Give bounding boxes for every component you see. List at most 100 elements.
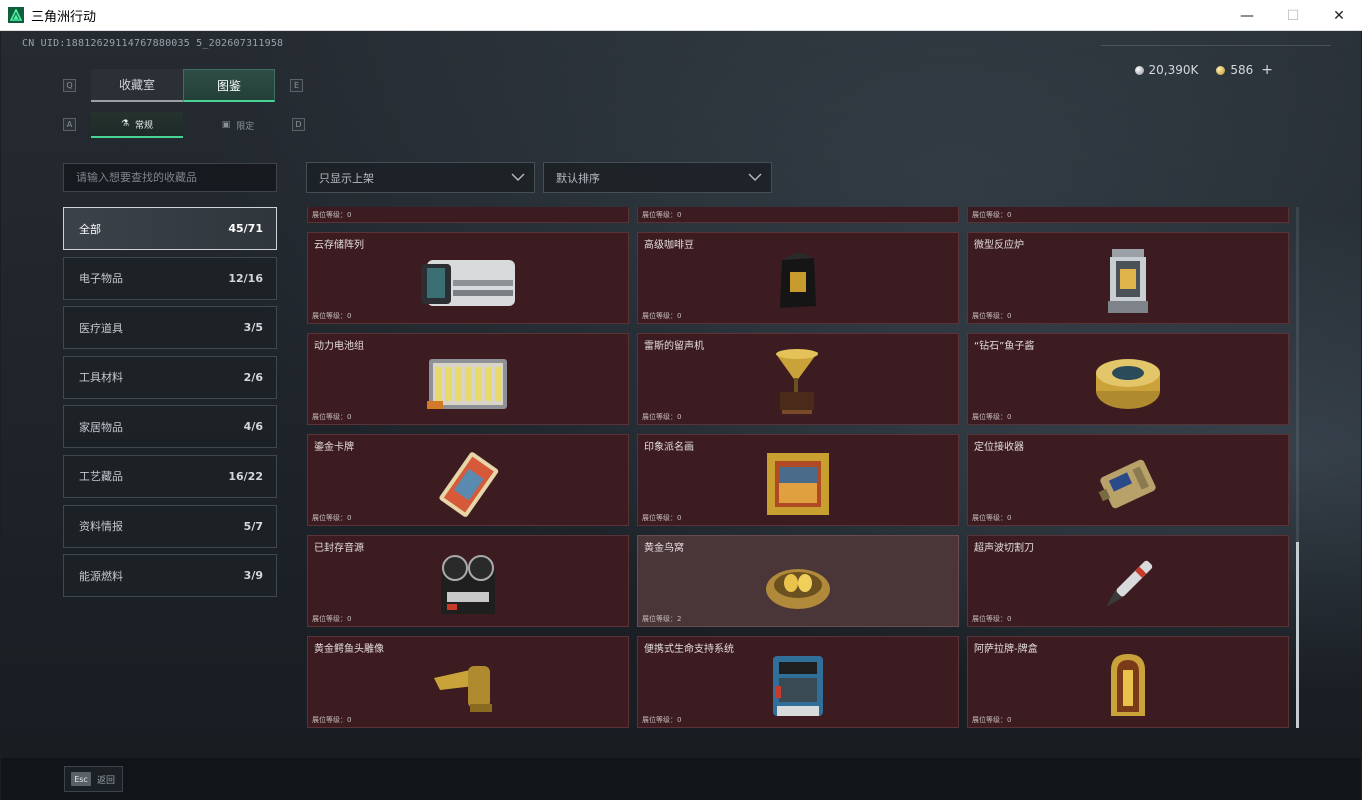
item-name: 鎏金卡牌: [314, 442, 354, 453]
gramophone-icon: [738, 344, 858, 422]
add-currency-button[interactable]: +: [1261, 62, 1273, 78]
item-card[interactable]: 超声波切割刀 展位等级：0: [967, 535, 1289, 627]
battery-pack-icon: [408, 344, 528, 422]
item-level: 展位等级：0: [642, 312, 682, 320]
filter-dropdown[interactable]: 只显示上架: [306, 162, 535, 193]
coffee-bag-icon: [738, 243, 858, 321]
golden-nest-icon: [738, 546, 858, 624]
close-button[interactable]: ✕: [1316, 0, 1362, 31]
item-card[interactable]: 印象派名画 展位等级：0: [637, 434, 959, 526]
category-count: 3/5: [243, 321, 263, 335]
search-box: [63, 163, 277, 192]
item-name: 动力电池组: [314, 341, 364, 352]
scrollbar-thumb[interactable]: [1296, 542, 1299, 728]
window-title: 三角洲行动: [31, 9, 97, 25]
game-viewport: CN UID:18812629114767880035 5_2026073119…: [1, 31, 1361, 800]
category-crafts[interactable]: 工艺藏品 16/22: [63, 454, 277, 498]
app-logo-icon: [8, 7, 24, 23]
item-card[interactable]: 便携式生命支持系统 展位等级：0: [637, 636, 959, 728]
category-tools[interactable]: 工具材料 2/6: [63, 355, 277, 399]
item-card[interactable]: 雷斯的留声机 展位等级：0: [637, 333, 959, 425]
category-medical[interactable]: 医疗道具 3/5: [63, 306, 277, 350]
sort-dropdown[interactable]: 默认排序: [543, 162, 772, 193]
item-card[interactable]: 展位等级：0: [967, 207, 1289, 223]
chevron-down-icon: [747, 169, 763, 188]
item-level: 展位等级：0: [642, 211, 682, 219]
back-label: 返回: [97, 775, 116, 786]
currency-bar: 20,390K 586 +: [1134, 62, 1273, 78]
category-intel[interactable]: 资料情报 5/7: [63, 504, 277, 548]
flask-icon: ⚗: [120, 119, 130, 129]
category-count: 5/7: [243, 519, 263, 533]
item-card[interactable]: 已封存音源 展位等级：0: [307, 535, 629, 627]
item-card[interactable]: 定位接收器 展位等级：0: [967, 434, 1289, 526]
item-level: 展位等级：0: [642, 514, 682, 522]
divider: [1101, 45, 1331, 46]
silver-amount: 20,390K: [1148, 63, 1199, 77]
category-household[interactable]: 家居物品 4/6: [63, 405, 277, 449]
subtab-limited[interactable]: ▣ 限定: [183, 112, 293, 138]
category-list: 全部 45/71 电子物品 12/16 医疗道具 3/5 工具材料 2/6 家居…: [63, 207, 277, 604]
item-name: 雷斯的留声机: [644, 341, 704, 352]
item-card[interactable]: 鎏金卡牌 展位等级：0: [307, 434, 629, 526]
filter-dropdown-value: 只显示上架: [319, 171, 374, 185]
category-energy[interactable]: 能源燃料 3/9: [63, 554, 277, 598]
item-name: 黄金鸟窝: [644, 543, 684, 554]
key-hint-a: A: [63, 118, 76, 131]
life-support-icon: [738, 647, 858, 725]
item-card[interactable]: 高级咖啡豆 展位等级：0: [637, 232, 959, 324]
chevron-down-icon: [510, 169, 526, 188]
item-card[interactable]: 黄金鳄鱼头雕像 展位等级：0: [307, 636, 629, 728]
back-button[interactable]: Esc 返回: [64, 766, 123, 792]
subtab-normal-label: 常规: [135, 120, 154, 131]
tab-collection[interactable]: 收藏室: [91, 69, 183, 102]
category-count: 16/22: [228, 469, 263, 483]
item-name: 微型反应炉: [974, 240, 1024, 251]
item-level: 展位等级：0: [972, 413, 1012, 421]
item-name: 印象派名画: [644, 442, 694, 453]
tab-catalog[interactable]: 图鉴: [183, 69, 275, 102]
item-name: “钻石”鱼子酱: [974, 341, 1035, 352]
key-hint-e: E: [290, 79, 303, 92]
card-box-icon: [1068, 647, 1188, 725]
item-name: 云存储阵列: [314, 240, 364, 251]
category-count: 2/6: [243, 370, 263, 384]
item-card[interactable]: 微型反应炉 展位等级：0: [967, 232, 1289, 324]
category-label: 能源燃料: [79, 569, 123, 583]
category-label: 家居物品: [79, 420, 123, 434]
item-grid: 展位等级：0 展位等级：0 展位等级：0 云存储阵列 展位等级：0 高级咖啡豆 …: [305, 207, 1289, 728]
item-card[interactable]: 展位等级：0: [637, 207, 959, 223]
category-count: 3/9: [243, 569, 263, 583]
category-all[interactable]: 全部 45/71: [63, 207, 277, 250]
category-label: 全部: [79, 222, 101, 236]
item-card[interactable]: 阿萨拉牌-牌盒 展位等级：0: [967, 636, 1289, 728]
gold-crocodile-icon: [408, 647, 528, 725]
category-label: 工艺藏品: [79, 470, 123, 484]
bottom-bar: [1, 758, 1361, 800]
item-name: 超声波切割刀: [974, 543, 1034, 554]
category-label: 工具材料: [79, 371, 123, 385]
item-card[interactable]: 云存储阵列 展位等级：0: [307, 232, 629, 324]
item-card[interactable]: 展位等级：0: [307, 207, 629, 223]
item-card[interactable]: “钻石”鱼子酱 展位等级：0: [967, 333, 1289, 425]
locator-receiver-icon: [1068, 445, 1188, 523]
reactor-icon: [1068, 243, 1188, 321]
painting-icon: [738, 445, 858, 523]
item-card-selected[interactable]: 黄金鸟窝 展位等级：2: [637, 535, 959, 627]
subtab-normal[interactable]: ⚗ 常规: [91, 112, 183, 138]
maximize-button[interactable]: ☐: [1270, 0, 1316, 31]
category-electronics[interactable]: 电子物品 12/16: [63, 256, 277, 300]
minimize-button[interactable]: —: [1224, 0, 1270, 31]
reel-recorder-icon: [408, 546, 528, 624]
server-rack-icon: [408, 243, 528, 321]
item-card[interactable]: 动力电池组 展位等级：0: [307, 333, 629, 425]
key-hint-d: D: [292, 118, 305, 131]
ultrasonic-cutter-icon: [1068, 546, 1188, 624]
grid-scrollbar[interactable]: [1296, 207, 1299, 728]
search-input[interactable]: [76, 171, 266, 184]
item-level: 展位等级：0: [972, 615, 1012, 623]
item-level: 展位等级：0: [642, 716, 682, 724]
window-controls: — ☐ ✕: [1224, 0, 1362, 31]
category-label: 电子物品: [79, 272, 123, 286]
silver-coin-icon: [1134, 65, 1144, 75]
